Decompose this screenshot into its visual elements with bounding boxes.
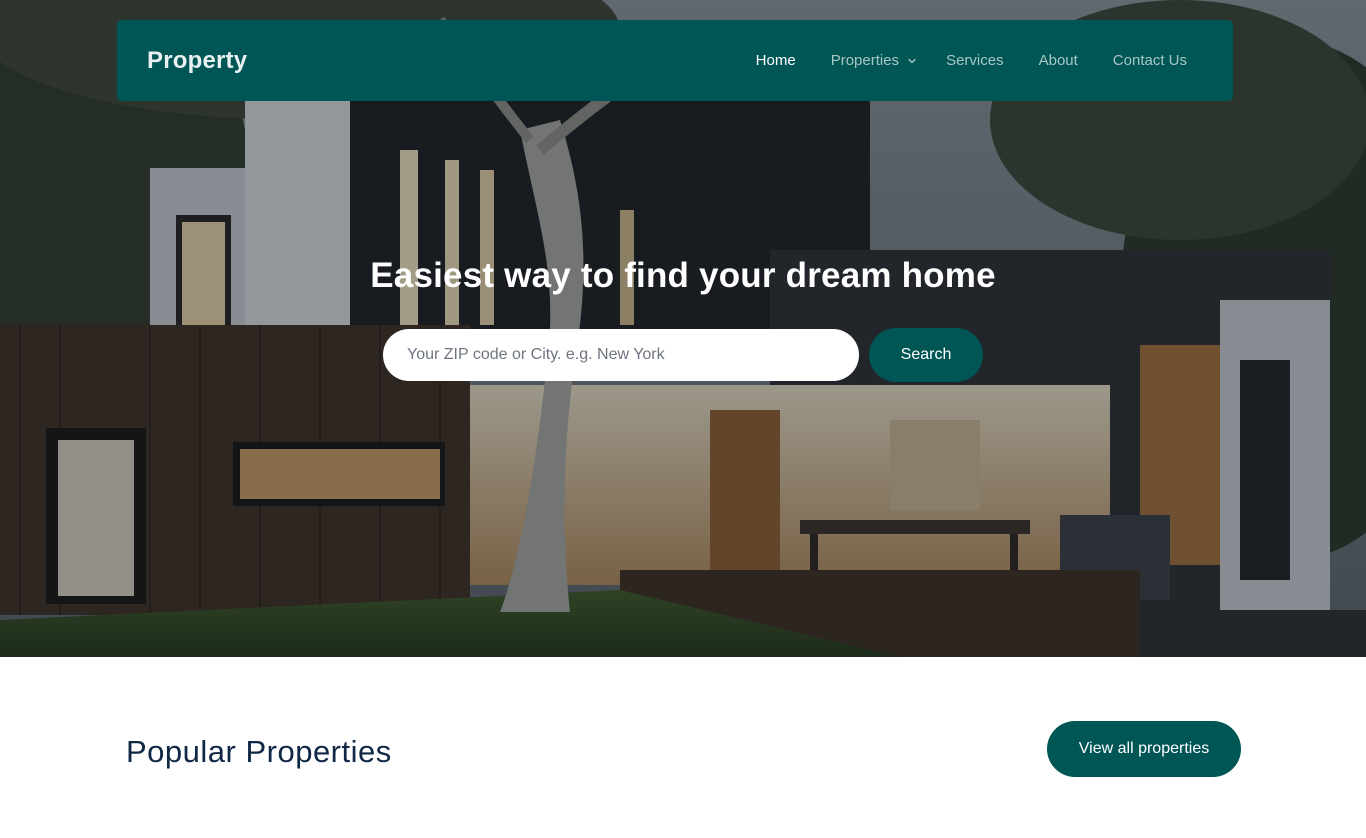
nav-item-about: About xyxy=(1039,52,1078,69)
search-button[interactable]: Search xyxy=(869,328,983,382)
nav-menu: Home Properties Services About Contact U… xyxy=(721,52,1187,69)
nav-item-properties: Properties xyxy=(831,52,917,69)
nav-item-home: Home xyxy=(756,52,796,69)
nav-link-services[interactable]: Services xyxy=(946,52,1004,69)
brand-logo[interactable]: Property xyxy=(147,47,247,75)
main-navbar: Property Home Properties Services About … xyxy=(117,20,1233,101)
view-all-properties-button[interactable]: View all properties xyxy=(1047,721,1241,777)
nav-item-services: Services xyxy=(946,52,1004,69)
nav-link-properties[interactable]: Properties xyxy=(831,52,899,69)
chevron-down-icon[interactable] xyxy=(907,56,917,66)
popular-properties-title: Popular Properties xyxy=(126,734,392,769)
search-input[interactable] xyxy=(383,329,859,381)
hero-title: Easiest way to find your dream home xyxy=(370,256,996,295)
nav-link-contact-us[interactable]: Contact Us xyxy=(1113,52,1187,69)
nav-link-about[interactable]: About xyxy=(1039,52,1078,69)
nav-link-home[interactable]: Home xyxy=(756,52,796,69)
search-form: Search xyxy=(383,328,983,382)
nav-item-contact: Contact Us xyxy=(1113,52,1187,69)
